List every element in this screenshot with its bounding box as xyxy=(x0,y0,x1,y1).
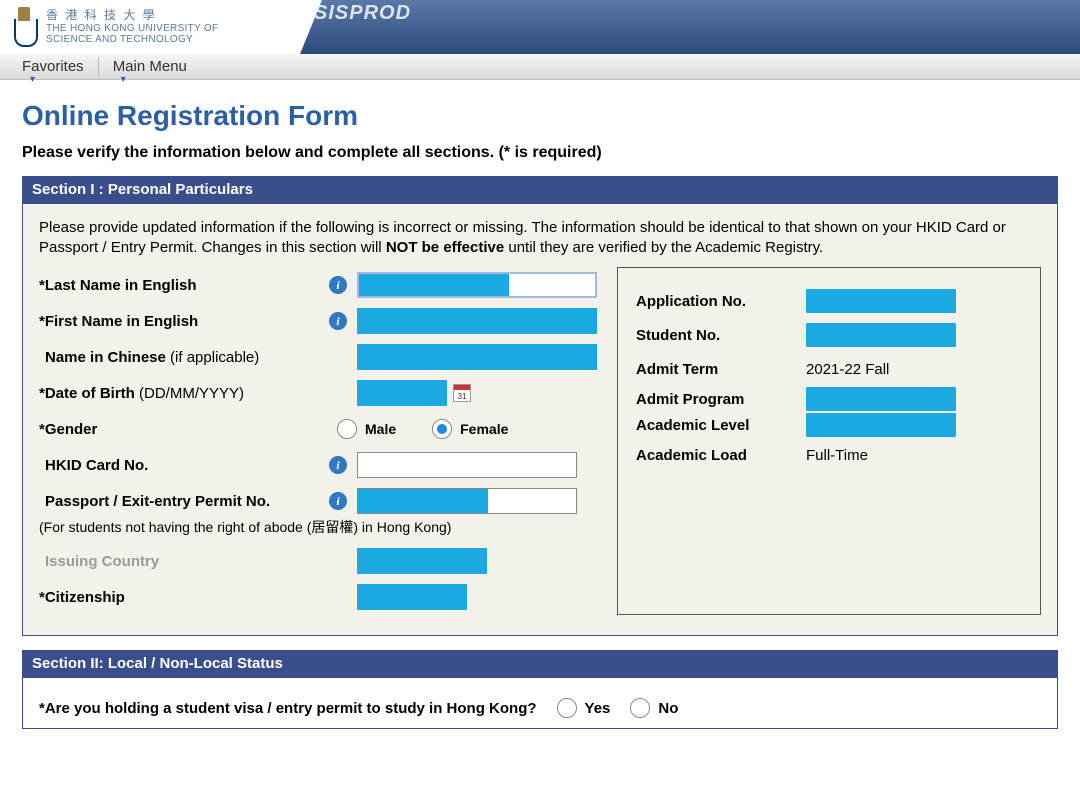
hkid-input[interactable] xyxy=(357,452,577,478)
row-academic-level: Academic Level xyxy=(636,412,1022,438)
label-last-name: *Last Name in English xyxy=(39,277,329,294)
row-first-name: *First Name in English i xyxy=(39,303,597,339)
application-info-box: Application No. Student No. Admit Term 2… xyxy=(617,267,1041,615)
row-app-no: Application No. xyxy=(636,284,1022,318)
value-academic-level xyxy=(806,413,956,437)
row-admit-term: Admit Term 2021-22 Fall xyxy=(636,352,1022,386)
info-icon[interactable]: i xyxy=(329,456,347,474)
section1-columns: *Last Name in English i *First Name in E… xyxy=(39,267,1041,615)
row-last-name: *Last Name in English i xyxy=(39,267,597,303)
section1-desc-b: NOT be effective xyxy=(386,239,504,256)
gender-female-label: Female xyxy=(460,421,508,437)
row-dob: *Date of Birth (DD/MM/YYYY) xyxy=(39,375,597,411)
label-app-no: Application No. xyxy=(636,293,806,310)
gender-male-label: Male xyxy=(365,421,396,437)
gender-female-radio[interactable]: Female xyxy=(432,419,508,439)
first-name-input[interactable] xyxy=(357,308,597,334)
section2-body: *Are you holding a student visa / entry … xyxy=(22,677,1058,729)
page-title: Online Registration Form xyxy=(22,100,1058,132)
label-hkid: HKID Card No. xyxy=(39,457,329,474)
section1-desc-c: until they are verified by the Academic … xyxy=(504,239,823,256)
calendar-icon[interactable] xyxy=(453,384,471,402)
label-gender: *Gender xyxy=(39,421,329,438)
issuing-country-input[interactable] xyxy=(357,548,487,574)
radio-icon xyxy=(432,419,452,439)
dob-input[interactable] xyxy=(357,380,447,406)
system-title: SISPROD xyxy=(314,2,411,25)
info-icon[interactable]: i xyxy=(329,312,347,330)
info-icon[interactable]: i xyxy=(329,276,347,294)
gender-male-radio[interactable]: Male xyxy=(337,419,396,439)
radio-icon xyxy=(557,698,577,718)
last-name-input[interactable] xyxy=(357,272,597,298)
label-citizenship: *Citizenship xyxy=(39,589,329,606)
section2-question: *Are you holding a student visa / entry … xyxy=(39,700,537,717)
label-first-name: *First Name in English xyxy=(39,313,329,330)
section1-header: Section I : Personal Particulars xyxy=(22,176,1058,203)
university-name-en-2: SCIENCE AND TECHNOLOGY xyxy=(46,34,218,45)
section1-description: Please provide updated information if th… xyxy=(39,218,1041,257)
visa-no-label: No xyxy=(658,700,678,717)
value-academic-load: Full-Time xyxy=(806,447,868,464)
menu-bar: Favorites Main Menu xyxy=(0,54,1080,80)
label-issuing-country: Issuing Country xyxy=(39,553,329,570)
university-name-en-1: THE HONG KONG UNIVERSITY OF xyxy=(46,23,218,34)
value-student-no xyxy=(806,323,956,347)
citizenship-input[interactable] xyxy=(357,584,467,610)
label-admit-program: Admit Program xyxy=(636,391,806,408)
row-academic-load: Academic Load Full-Time xyxy=(636,438,1022,472)
visa-yes-label: Yes xyxy=(585,700,611,717)
section2-header: Section II: Local / Non-Local Status xyxy=(22,650,1058,677)
section2-question-row: *Are you holding a student visa / entry … xyxy=(39,698,1041,718)
university-logo-area: 香 港 科 技 大 學 THE HONG KONG UNIVERSITY OF … xyxy=(0,3,300,51)
passport-input[interactable] xyxy=(357,488,577,514)
passport-note: (For students not having the right of ab… xyxy=(39,517,597,537)
menu-main[interactable]: Main Menu xyxy=(99,58,201,75)
row-issuing-country: Issuing Country xyxy=(39,543,597,579)
value-admit-program xyxy=(806,387,956,411)
info-icon[interactable]: i xyxy=(329,492,347,510)
label-academic-load: Academic Load xyxy=(636,447,806,464)
label-name-chinese: Name in Chinese (if applicable) xyxy=(39,349,329,366)
row-citizenship: *Citizenship xyxy=(39,579,597,615)
university-name-zh: 香 港 科 技 大 學 xyxy=(46,9,218,22)
label-academic-level: Academic Level xyxy=(636,417,806,434)
row-hkid: HKID Card No. i xyxy=(39,447,597,483)
page-instruction: Please verify the information below and … xyxy=(22,144,1058,162)
row-passport: Passport / Exit-entry Permit No. i xyxy=(39,483,597,519)
value-admit-term: 2021-22 Fall xyxy=(806,361,889,378)
row-name-chinese: Name in Chinese (if applicable) xyxy=(39,339,597,375)
radio-icon xyxy=(337,419,357,439)
row-admit-program: Admit Program xyxy=(636,386,1022,412)
hkust-logo-icon xyxy=(10,7,38,47)
radio-icon xyxy=(630,698,650,718)
section1-left-column: *Last Name in English i *First Name in E… xyxy=(39,267,597,615)
university-name: 香 港 科 技 大 學 THE HONG KONG UNIVERSITY OF … xyxy=(46,9,218,44)
content-area: Online Registration Form Please verify t… xyxy=(0,80,1080,749)
system-title-bar: SISPROD xyxy=(300,0,1080,54)
menu-favorites[interactable]: Favorites xyxy=(8,58,98,75)
value-app-no xyxy=(806,289,956,313)
name-chinese-input[interactable] xyxy=(357,344,597,370)
row-gender: *Gender Male Female xyxy=(39,411,597,447)
row-student-no: Student No. xyxy=(636,318,1022,352)
label-passport: Passport / Exit-entry Permit No. xyxy=(39,493,329,510)
section2: Section II: Local / Non-Local Status *Ar… xyxy=(22,650,1058,729)
visa-no-radio[interactable]: No xyxy=(630,698,678,718)
app-header: 香 港 科 技 大 學 THE HONG KONG UNIVERSITY OF … xyxy=(0,0,1080,54)
visa-yes-radio[interactable]: Yes xyxy=(557,698,611,718)
label-admit-term: Admit Term xyxy=(636,361,806,378)
section1-body: Please provide updated information if th… xyxy=(22,203,1058,636)
label-dob: *Date of Birth (DD/MM/YYYY) xyxy=(39,385,329,402)
label-student-no: Student No. xyxy=(636,327,806,344)
